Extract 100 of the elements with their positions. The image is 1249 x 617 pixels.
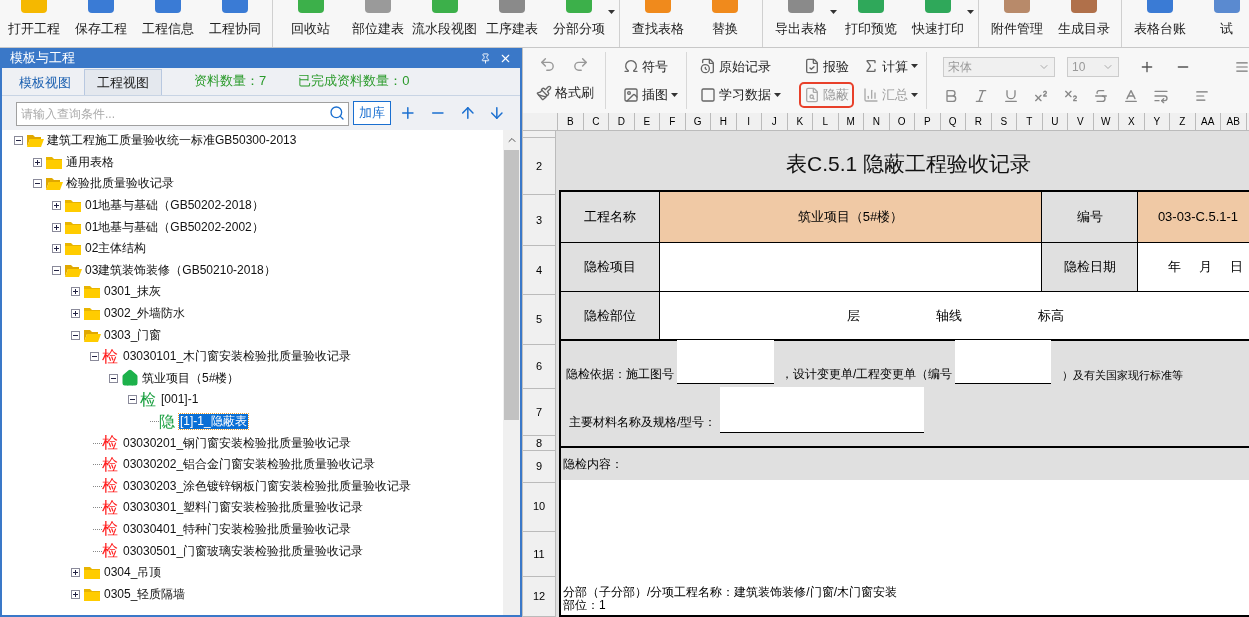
add-library-button[interactable]: 加库 — [353, 101, 392, 125]
pin-icon[interactable] — [480, 52, 491, 64]
column-header[interactable]: F — [660, 113, 686, 130]
tree-item[interactable]: 筑业项目（5#楼） — [141, 370, 241, 386]
column-header[interactable]: O — [889, 113, 915, 130]
ribbon-button[interactable]: 工序建表 — [478, 0, 545, 46]
tree-item[interactable]: 02主体结构 — [84, 241, 148, 257]
ribbon-button[interactable]: 工程协同 — [201, 0, 268, 46]
expand-icon[interactable] — [52, 222, 61, 232]
column-header[interactable]: L — [813, 113, 839, 130]
column-header[interactable]: X — [1119, 113, 1145, 130]
tree-item[interactable]: 03030101_木门窗安装检验批质量验收记录 — [122, 349, 353, 365]
expand-icon[interactable] — [52, 201, 61, 211]
move-down-icon[interactable] — [488, 104, 506, 122]
tree-item[interactable]: 通用表格 — [65, 154, 115, 170]
change-number-field[interactable] — [955, 340, 1052, 384]
search-icon[interactable] — [329, 105, 346, 121]
collapse-icon[interactable] — [52, 265, 61, 275]
ribbon-button[interactable]: 生成目录 — [1050, 0, 1117, 46]
scroll-thumb[interactable] — [504, 150, 519, 420]
column-header[interactable]: U — [1042, 113, 1068, 130]
scrollbar[interactable] — [503, 130, 520, 615]
column-header[interactable]: B — [558, 113, 584, 130]
column-header[interactable]: Q — [940, 113, 966, 130]
toolbar-button[interactable]: 原始记录 — [694, 53, 787, 80]
tree-item[interactable]: 0302_外墙防水 — [103, 306, 187, 322]
tree-item[interactable]: 03030501_门窗玻璃安装检验批质量验收记录 — [122, 543, 365, 559]
column-header[interactable]: AA — [1195, 113, 1221, 130]
tree-item[interactable]: 03030301_塑料门窗安装检验批质量验收记录 — [122, 500, 365, 516]
ribbon-button[interactable]: 流水段视图 — [411, 0, 478, 46]
column-header[interactable]: K — [787, 113, 813, 130]
ribbon-button[interactable]: 附件管理 — [983, 0, 1050, 46]
materials-field[interactable] — [720, 387, 925, 433]
row-header[interactable]: 10 — [523, 482, 555, 532]
column-header[interactable]: P — [915, 113, 941, 130]
column-header[interactable]: J — [762, 113, 788, 130]
format-icon[interactable] — [943, 87, 959, 104]
tree-item[interactable]: 03030401_特种门安装检验批质量验收记录 — [122, 522, 353, 537]
column-header[interactable]: N — [864, 113, 890, 130]
ribbon-button[interactable]: 替换 — [691, 0, 758, 46]
row-header[interactable]: 5 — [523, 294, 555, 345]
row-header[interactable]: 2 — [523, 137, 555, 195]
row-header[interactable]: 4 — [523, 246, 555, 295]
column-header[interactable]: Y — [1144, 113, 1170, 130]
ribbon-button[interactable]: 分部分项 — [545, 0, 612, 46]
redo-icon[interactable] — [572, 55, 589, 73]
column-header[interactable]: AB — [1221, 113, 1247, 130]
toolbar-button[interactable]: 计算 — [858, 53, 926, 80]
format-icon[interactable] — [1123, 87, 1139, 104]
ribbon-button[interactable]: 保存工程 — [67, 0, 134, 46]
tree-item[interactable]: 0303_门窗 — [103, 327, 163, 343]
column-header[interactable]: E — [634, 113, 660, 130]
column-header[interactable]: R — [966, 113, 992, 130]
column-header[interactable]: T — [1017, 113, 1043, 130]
column-header[interactable]: C — [583, 113, 609, 130]
view-tab[interactable]: 工程视图 — [84, 69, 162, 95]
collapse-icon[interactable] — [33, 179, 42, 189]
tree-item[interactable]: 01地基与基础（GB50202-2002） — [84, 219, 265, 235]
tree-item[interactable]: 0304_吊顶 — [103, 565, 163, 581]
drawing-number-field[interactable] — [677, 340, 774, 384]
column-header[interactable]: H — [711, 113, 737, 130]
ribbon-button[interactable]: 打印预览 — [837, 0, 904, 46]
collapse-icon[interactable] — [71, 330, 80, 340]
collapse-icon[interactable] — [14, 136, 23, 146]
row-header[interactable]: 8 — [523, 436, 555, 452]
column-header[interactable]: G — [685, 113, 711, 130]
ribbon-button[interactable]: 导出表格 — [767, 0, 834, 46]
column-header[interactable]: I — [736, 113, 762, 130]
expand-icon[interactable] — [71, 287, 80, 297]
column-header[interactable]: Z — [1170, 113, 1196, 130]
expand-icon[interactable] — [71, 309, 80, 319]
toolbar-button[interactable]: 插图 — [617, 81, 686, 108]
row-header[interactable]: 9 — [523, 451, 555, 483]
toolbar-button[interactable]: 报验 — [798, 53, 855, 80]
row-header[interactable]: 7 — [523, 389, 555, 437]
tree-item[interactable]: 03030203_涂色镀锌钢板门窗安装检验批质量验收记录 — [122, 478, 413, 494]
ribbon-button[interactable]: 查找表格 — [624, 0, 691, 46]
collapse-icon[interactable] — [90, 352, 99, 362]
tree-item[interactable]: 0305_轻质隔墙 — [103, 586, 187, 602]
toolbar-button[interactable]: 符号 — [617, 53, 686, 80]
expand-icon[interactable] — [52, 244, 61, 254]
align-icon[interactable] — [1235, 60, 1249, 75]
expand-icon[interactable] — [71, 589, 80, 599]
ribbon-button[interactable]: 试 — [1193, 0, 1249, 46]
ribbon-button[interactable]: 回收站 — [277, 0, 344, 46]
ribbon-button[interactable]: 打开工程 — [0, 0, 67, 46]
format-icon[interactable] — [1093, 87, 1109, 104]
collapse-icon[interactable] — [109, 373, 118, 383]
row-header[interactable]: 11 — [523, 531, 555, 578]
expand-icon[interactable] — [33, 157, 42, 167]
ribbon-button[interactable]: 部位建表 — [344, 0, 411, 46]
tree-item[interactable]: 检验批质量验收记录 — [65, 176, 175, 192]
column-header[interactable]: S — [991, 113, 1017, 130]
row-header[interactable]: 3 — [523, 194, 555, 247]
tree-item[interactable]: 01地基与基础（GB50202-2018） — [84, 198, 265, 214]
ribbon-button[interactable]: 工程信息 — [134, 0, 201, 46]
column-header[interactable]: V — [1068, 113, 1094, 130]
tree-item[interactable]: 03建筑装饰装修（GB50210-2018） — [84, 262, 277, 278]
row-header[interactable]: 6 — [523, 344, 555, 390]
collapse-icon[interactable] — [128, 395, 137, 405]
